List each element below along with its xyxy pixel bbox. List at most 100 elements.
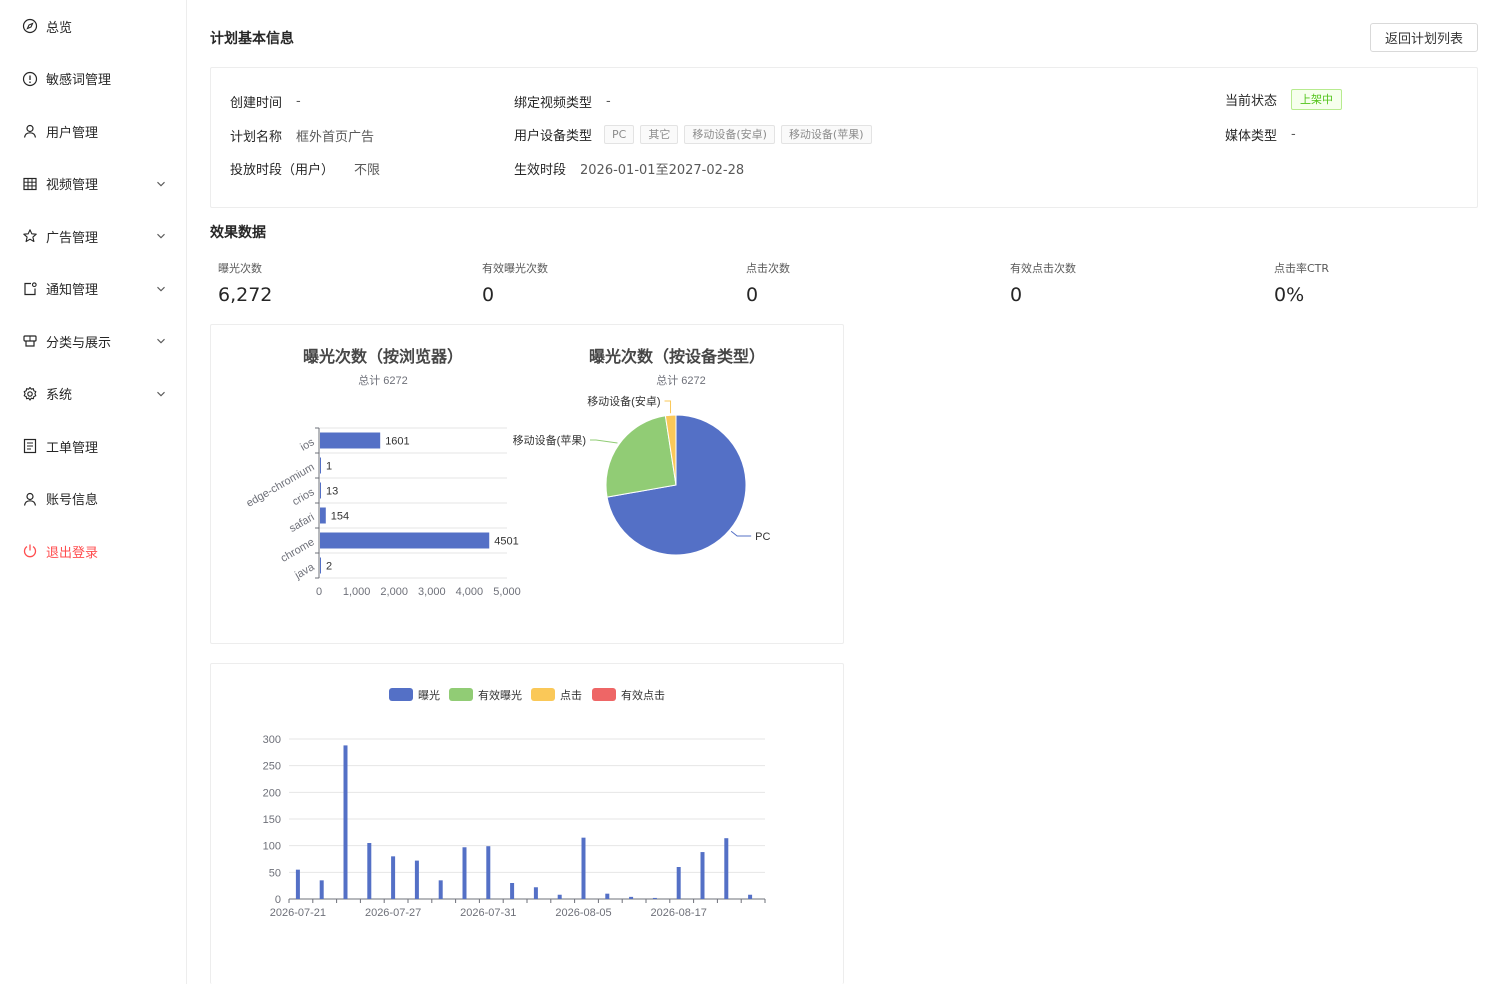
- pie-label-line: [590, 439, 618, 444]
- bar: [414, 860, 419, 899]
- power-icon: [22, 543, 38, 559]
- bar: [319, 880, 324, 899]
- bar: [391, 856, 396, 899]
- bar: [629, 896, 634, 899]
- sidebar-item[interactable]: 总览: [0, 6, 186, 46]
- y-tick-label: 300: [263, 734, 281, 746]
- sidebar-item-label: 广告管理: [46, 230, 99, 246]
- y-tick-label: 50: [269, 867, 281, 879]
- media-type-label: 媒体类型: [1225, 129, 1278, 144]
- x-tick-label: 2026-07-31: [460, 907, 516, 919]
- stat-ctr: 点击率CTR 0%: [1274, 260, 1500, 306]
- sidebar-item[interactable]: 系统: [0, 374, 186, 414]
- grid-table-icon: [22, 176, 38, 192]
- stat-label: 点击次数: [746, 262, 790, 275]
- delivery-period-field: 投放时段（用户） 不限: [230, 159, 380, 178]
- status-label: 当前状态: [1225, 94, 1278, 109]
- data-label: 4501: [494, 536, 518, 548]
- device-type-label: 用户设备类型: [514, 129, 593, 144]
- stat-value: 0: [482, 284, 495, 306]
- chart-title: 曝光次数（按设备类型）: [589, 347, 765, 366]
- video-type-field: 绑定视频类型 -: [514, 92, 611, 111]
- sidebar-item[interactable]: 用户管理: [0, 111, 186, 151]
- sidebar-item[interactable]: 分类与展示: [0, 321, 186, 361]
- sidebar-item-label: 工单管理: [46, 440, 99, 456]
- effect-data-title: 效果数据: [210, 225, 266, 241]
- stat-value: 0: [1010, 284, 1023, 306]
- created-time-value: -: [296, 94, 301, 109]
- y-tick-label: 250: [263, 761, 281, 773]
- bar: [320, 557, 321, 574]
- x-tick-label: 5,000: [493, 586, 521, 598]
- sidebar-item[interactable]: 视频管理: [0, 164, 186, 204]
- sidebar-item[interactable]: 敏感词管理: [0, 59, 186, 99]
- back-to-plan-list-button[interactable]: 返回计划列表: [1370, 23, 1478, 52]
- main-content: 计划基本信息 返回计划列表 创建时间 - 计划名称 框外首页广告 投放时段（用户…: [188, 0, 1500, 984]
- chevron-down-icon: [156, 230, 166, 240]
- stat-clicks: 点击次数 0: [746, 260, 996, 306]
- pie-label: PC: [755, 531, 770, 543]
- x-tick-label: 2026-08-17: [651, 907, 707, 919]
- gear-icon: [22, 386, 38, 402]
- distribution-charts-card: 曝光次数（按浏览器） 总计 6272 1601 ios 1 edge-chromium 13…: [210, 324, 844, 644]
- compass-icon: [22, 18, 38, 34]
- sidebar-item-label: 系统: [46, 388, 73, 403]
- chart-subtitle: 总计 6272: [358, 373, 408, 387]
- bar: [700, 852, 705, 899]
- delivery-period-value: 不限: [354, 163, 381, 178]
- y-tick-label: 100: [263, 841, 281, 853]
- chevron-down-icon: [156, 178, 166, 188]
- pie-label: 移动设备(安卓): [587, 394, 660, 408]
- sidebar-item-label: 总览: [46, 20, 73, 36]
- bar: [320, 482, 321, 499]
- legend-swatch: [389, 688, 413, 701]
- star-icon: [22, 228, 38, 244]
- effective-period-value: 2026-01-01至2027-02-28: [580, 163, 745, 178]
- bar: [652, 897, 657, 899]
- bar: [320, 507, 326, 524]
- video-type-label: 绑定视频类型: [514, 96, 593, 111]
- stat-valid-clicks: 有效点击次数 0: [1010, 260, 1260, 306]
- document-icon: [22, 438, 38, 454]
- user-icon: [22, 491, 38, 507]
- bar: [676, 867, 681, 899]
- sidebar-item[interactable]: 账号信息: [0, 479, 186, 519]
- sidebar-item-label: 敏感词管理: [46, 73, 112, 88]
- status-badge: 上架中: [1291, 89, 1343, 110]
- data-label: 2: [326, 561, 332, 573]
- category-label: ios: [298, 436, 317, 454]
- bar: [581, 837, 586, 899]
- sidebar-item[interactable]: 通知管理: [0, 269, 186, 309]
- created-time-label: 创建时间: [230, 96, 283, 111]
- stat-value: 6,272: [218, 284, 273, 306]
- user-icon: [22, 123, 38, 139]
- bar: [462, 847, 467, 899]
- sidebar-item[interactable]: 退出登录: [0, 531, 186, 571]
- stat-value: 0: [746, 284, 759, 306]
- device-tag: 移动设备(苹果): [780, 125, 872, 144]
- sidebar-item-label: 退出登录: [46, 545, 99, 561]
- bar: [320, 532, 490, 549]
- status-field: 当前状态 上架中: [1225, 89, 1343, 110]
- video-type-value: -: [606, 94, 611, 109]
- stat-valid-impressions: 有效曝光次数 0: [482, 260, 732, 306]
- effective-period-field: 生效时段 2026-01-01至2027-02-28: [514, 159, 744, 178]
- chart-subtitle: 总计 6272: [656, 373, 706, 387]
- pie-label-line: [664, 400, 672, 414]
- legend-swatch: [531, 688, 555, 701]
- x-tick-label: 3,000: [418, 586, 446, 598]
- stat-impressions: 曝光次数 6,272: [218, 260, 468, 306]
- bar: [295, 869, 300, 899]
- bar: [748, 894, 753, 899]
- bar: [605, 893, 610, 899]
- x-tick-label: 2,000: [380, 586, 408, 598]
- x-tick-label: 0: [316, 586, 322, 598]
- bar: [724, 838, 729, 899]
- data-label: 13: [326, 486, 338, 498]
- stat-label: 有效点击次数: [1010, 262, 1076, 275]
- category-label: crios: [290, 486, 317, 508]
- stat-value: 0%: [1274, 284, 1305, 306]
- sidebar-item[interactable]: 广告管理: [0, 216, 186, 256]
- data-label: 1: [326, 461, 332, 473]
- sidebar-item[interactable]: 工单管理: [0, 426, 186, 466]
